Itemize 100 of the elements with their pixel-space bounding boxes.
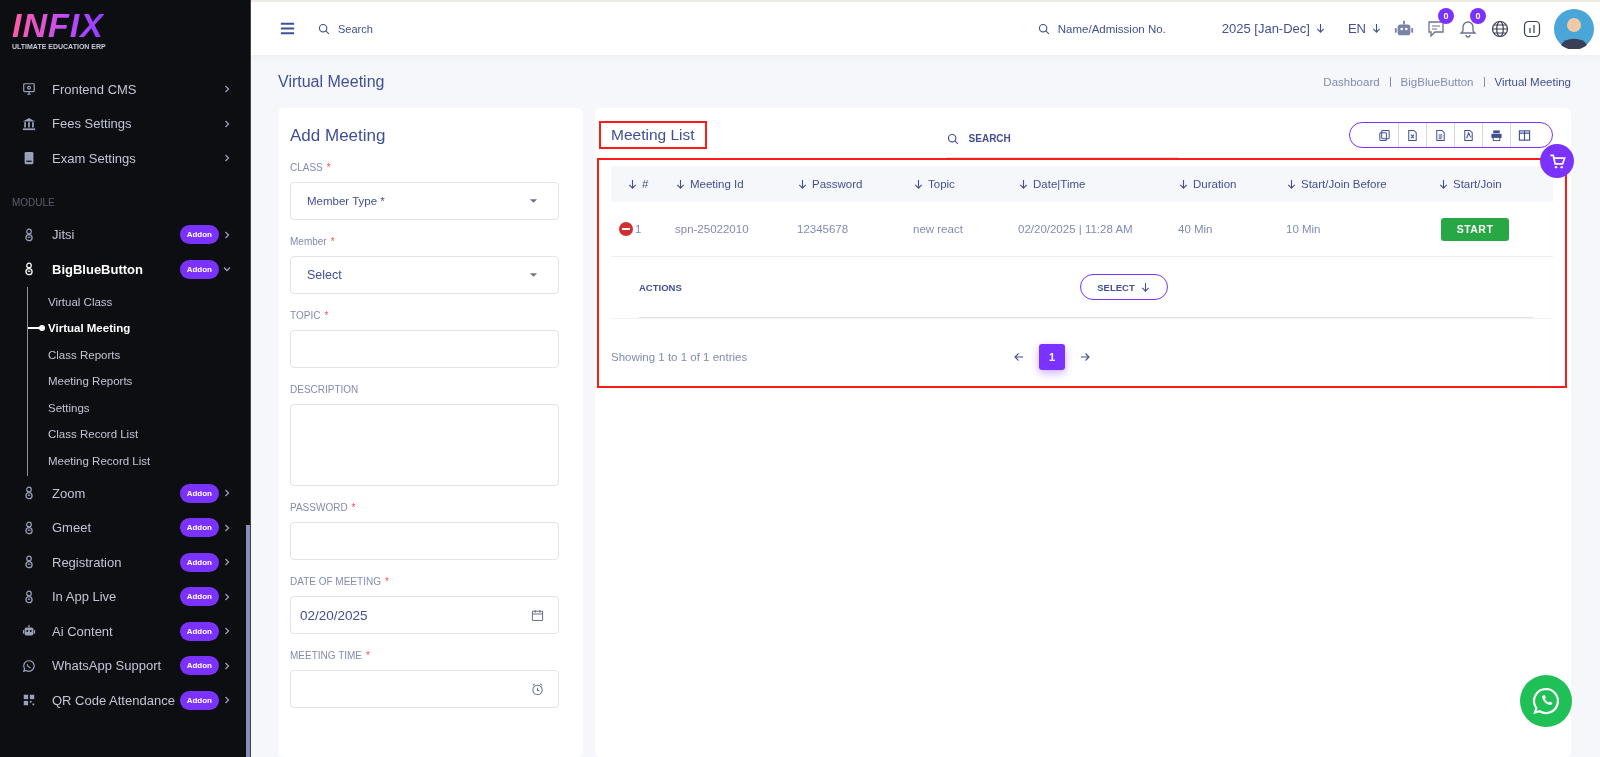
submenu-item[interactable]: Meeting Record List — [28, 447, 250, 474]
select-button[interactable]: SELECT — [1080, 274, 1168, 300]
addon-badge: Addon — [179, 621, 219, 641]
column-header[interactable]: Duration — [1193, 178, 1237, 190]
field-label: PASSWORD * — [290, 502, 357, 513]
alarm-clock-icon — [531, 682, 544, 696]
submenu-item[interactable]: Class Record List — [28, 421, 250, 448]
column-header[interactable]: Date|Time — [1033, 178, 1086, 190]
column-header[interactable]: Start/Join — [1453, 178, 1502, 190]
field-label: TOPIC * — [290, 310, 330, 321]
select-field[interactable]: Member Type * — [290, 182, 559, 220]
table-cell: new react — [913, 223, 963, 235]
student-search-field[interactable]: Name/Admission No. — [1055, 21, 1200, 36]
addon-badge: Addon — [179, 518, 219, 538]
sort-arrow-icon[interactable] — [1438, 178, 1449, 190]
column-header[interactable]: Start/Join Before — [1301, 178, 1387, 190]
sidebar-item[interactable]: WhatsApp Support Addon — [0, 648, 250, 683]
sidebar-item[interactable]: In App Live Addon — [0, 579, 250, 614]
column-header[interactable]: Topic — [928, 178, 955, 190]
time-field[interactable] — [290, 670, 559, 708]
caret-icon — [529, 198, 538, 204]
columns-icon — [1518, 128, 1531, 142]
text-field[interactable] — [290, 522, 559, 560]
sort-arrow-icon[interactable] — [913, 178, 924, 190]
required-mark: * — [384, 576, 389, 587]
calendar-icon — [531, 608, 544, 622]
submenu-item[interactable]: Class Reports — [28, 341, 250, 368]
cart-float-button[interactable] — [1540, 144, 1574, 178]
user-avatar[interactable] — [1554, 8, 1594, 49]
column-header[interactable]: Password — [812, 178, 863, 190]
book-icon — [22, 151, 36, 166]
person-icon — [22, 555, 36, 570]
sidebar-item[interactable]: Exam Settings — [0, 141, 250, 176]
column-header[interactable]: Meeting Id — [690, 178, 744, 190]
required-mark: * — [351, 502, 356, 513]
breadcrumb-link[interactable]: Virtual Meeting — [1494, 75, 1571, 88]
menu-icon[interactable] — [279, 20, 296, 37]
bell-icon[interactable] — [1458, 18, 1478, 39]
field-label: Member * — [290, 236, 336, 247]
search-field[interactable]: Search — [336, 21, 460, 36]
required-mark: * — [326, 162, 331, 173]
person-icon — [22, 520, 36, 535]
page-button[interactable]: 1 — [1039, 344, 1065, 370]
copy-icon — [1377, 128, 1391, 142]
table-cell: 1 — [635, 223, 642, 235]
remove-icon[interactable] — [619, 222, 633, 236]
sidebar-item[interactable]: Frontend CMS — [0, 72, 250, 107]
text-field[interactable] — [290, 330, 559, 368]
column-header[interactable]: # — [642, 178, 649, 190]
sort-arrow-icon[interactable] — [797, 178, 808, 190]
chart-icon[interactable] — [1522, 18, 1542, 39]
page-title: Virtual Meeting — [278, 72, 385, 91]
sort-arrow-icon[interactable] — [1018, 178, 1029, 190]
sort-arrow-icon[interactable] — [627, 178, 638, 190]
search-icon — [318, 22, 330, 35]
sort-arrow-icon[interactable] — [1286, 178, 1297, 190]
table-cell: 10 Min — [1286, 223, 1321, 235]
submenu-item[interactable]: Settings — [28, 394, 250, 421]
previous-page-icon[interactable] — [1013, 351, 1025, 363]
sidebar-item[interactable]: BigBlueButton Addon — [0, 252, 250, 287]
required-mark: * — [366, 650, 370, 661]
required-mark: * — [324, 310, 329, 321]
message-icon[interactable] — [1426, 18, 1446, 39]
search-icon — [946, 132, 959, 145]
date-field[interactable]: 02/20/2025 — [290, 596, 559, 634]
sidebar-item[interactable]: Zoom Addon — [0, 476, 250, 511]
person-icon — [22, 486, 36, 501]
arrow-down-icon — [1371, 23, 1382, 34]
sidebar-item[interactable]: Jitsi Addon — [0, 217, 250, 252]
year-dropdown[interactable]: 2025 [Jan-Dec] — [1221, 21, 1326, 36]
sidebar-item[interactable]: Fees Settings — [0, 106, 250, 141]
table-cell: spn-25022010 — [675, 223, 749, 235]
sidebar-item[interactable]: Registration Addon — [0, 545, 250, 580]
sidebar-item[interactable]: QR Code Attendance Addon — [0, 683, 250, 718]
count-badge: 0 — [1470, 7, 1486, 24]
sidebar-item[interactable]: Gmeet Addon — [0, 510, 250, 545]
card-title: Meeting List — [599, 121, 707, 149]
addon-badge: Addon — [179, 483, 219, 503]
submenu-item[interactable]: Meeting Reports — [28, 368, 250, 395]
addon-badge: Addon — [179, 552, 219, 572]
submenu-item[interactable]: Virtual Meeting — [28, 315, 250, 342]
person-icon — [22, 589, 36, 604]
next-page-icon[interactable] — [1079, 351, 1091, 363]
select-field[interactable]: Select — [290, 256, 559, 294]
textarea-field[interactable] — [290, 404, 559, 486]
field-label: CLASS * — [290, 162, 332, 173]
sort-arrow-icon[interactable] — [1178, 178, 1189, 190]
search-icon — [1037, 22, 1050, 35]
language-dropdown[interactable]: EN — [1347, 21, 1382, 36]
sidebar-item[interactable]: Ai Content Addon — [0, 614, 250, 649]
table-cell-text: 02/20/2025 | 11:28 AM — [1018, 222, 1134, 237]
submenu-item[interactable]: Virtual Class — [28, 288, 250, 315]
printer-icon — [1490, 128, 1503, 142]
entries-info: Showing 1 to 1 of 1 entries — [611, 351, 748, 363]
sort-arrow-icon[interactable] — [675, 178, 686, 190]
card-title: Add Meeting — [290, 126, 387, 146]
globe-icon[interactable] — [1490, 18, 1510, 39]
person-icon — [22, 227, 36, 242]
addon-badge: Addon — [179, 259, 219, 279]
field-label: DATE OF MEETING * — [290, 576, 390, 587]
